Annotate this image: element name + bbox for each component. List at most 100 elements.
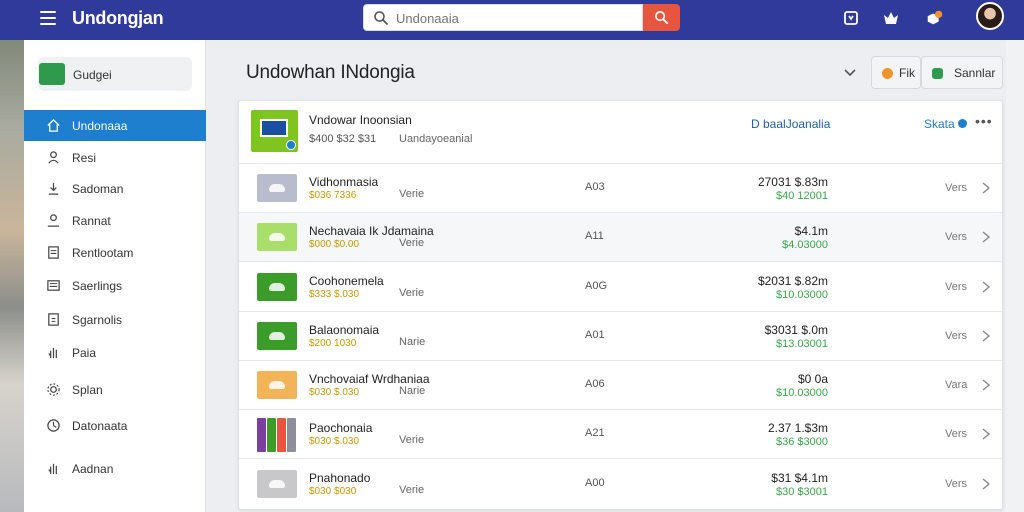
avatar[interactable] xyxy=(976,2,1004,30)
sidebar-item-sgarnolis[interactable]: Sgarnolis xyxy=(24,304,206,335)
sidebar-item-sadoman[interactable]: Sadoman xyxy=(24,173,206,204)
row-name: Vnchovaiaf Wrdhaniaa xyxy=(309,372,430,386)
chevron-right-icon[interactable] xyxy=(981,378,991,392)
row-action[interactable]: Vara xyxy=(945,379,967,391)
row-code: A21 xyxy=(585,427,605,439)
fik-button[interactable]: Fik xyxy=(871,56,921,89)
more-options-icon[interactable]: ••• xyxy=(975,113,993,129)
row-type: Verie xyxy=(399,188,425,200)
sidebar-item-label: Resi xyxy=(72,151,97,165)
row-type: Narie xyxy=(399,385,426,397)
row-type: Verie xyxy=(399,287,425,299)
download-icon xyxy=(48,182,59,195)
bookmark-icon[interactable] xyxy=(841,8,861,28)
row-amount: $4.03000 xyxy=(782,239,828,251)
product-thumbnail xyxy=(251,110,298,152)
background-edge xyxy=(1006,40,1024,512)
sidebar-item-rannat[interactable]: Rannat xyxy=(24,205,206,236)
table-row[interactable]: Coohonemela $333 $.030 Verie A0G $2031 $… xyxy=(239,263,1002,312)
chevron-right-icon[interactable] xyxy=(981,280,991,294)
header-product-name: Vndowar Inoonsian xyxy=(309,113,412,127)
sidebar-item-label: Undonaaa xyxy=(72,119,128,133)
row-action[interactable]: Vers xyxy=(945,330,967,342)
table-row[interactable]: Vnchovaiaf Wrdhaniaa $030 $.030 Narie A0… xyxy=(239,361,1002,410)
sidebar-header-label: Gudgei xyxy=(73,68,112,82)
row-price: $333 $.030 xyxy=(309,289,360,300)
table-row[interactable]: Paochonaia $030 $.030 Verie A21 2.37 1.$… xyxy=(239,410,1002,459)
row-action[interactable]: Vers xyxy=(945,182,967,194)
row-value: $0 0a xyxy=(797,372,828,386)
row-thumbnail xyxy=(257,371,297,399)
search-box[interactable] xyxy=(363,4,643,31)
sidebar-item-saerlings[interactable]: Saerlings xyxy=(24,270,206,301)
home-icon xyxy=(47,118,60,132)
sidebar-item-undonaaa[interactable]: Undonaaa xyxy=(24,110,206,141)
sannlar-button-label: Sannlar xyxy=(954,66,996,80)
sidebar-item-datonaata[interactable]: Datonaata xyxy=(24,410,206,441)
row-action[interactable]: Vers xyxy=(945,428,967,440)
row-action[interactable]: Vers xyxy=(945,281,967,293)
row-thumbnail xyxy=(257,470,297,498)
document-icon xyxy=(48,246,59,259)
sidebar-item-rentlootam[interactable]: Rentlootam xyxy=(24,237,206,268)
row-amount: $10.03000 xyxy=(776,289,828,301)
sidebar-item-label: Paia xyxy=(72,346,97,360)
menu-icon[interactable] xyxy=(40,11,56,25)
card-header: Vndowar Inoonsian $400 $32 $31 Uandayoea… xyxy=(239,101,1002,164)
sidebar-item-label: Rannat xyxy=(72,214,111,228)
sidebar-item-aadnan[interactable]: Aadnan xyxy=(24,453,206,484)
sidebar-item-label: Sadoman xyxy=(72,182,124,196)
chevron-right-icon[interactable] xyxy=(981,477,991,491)
chevron-right-icon[interactable] xyxy=(981,329,991,343)
sidebar-item-splan[interactable]: Splan xyxy=(24,374,206,405)
table-row[interactable]: Vidhonmasia $036 7336 Verie A03 27031 $.… xyxy=(239,164,1002,213)
person-icon xyxy=(48,151,59,164)
header-link[interactable]: D baalJoanalia xyxy=(751,117,830,131)
table-row[interactable]: Pnahonado $030 $030 Verie A00 $31 $4.1m … xyxy=(239,460,1002,509)
sidebar-item-label: Datonaata xyxy=(72,419,128,433)
row-price: $000 $0.00 xyxy=(309,239,360,250)
row-thumbnail xyxy=(257,418,297,452)
search-icon xyxy=(374,11,388,25)
crown-icon[interactable] xyxy=(881,8,901,28)
row-action[interactable]: Vers xyxy=(945,478,967,490)
app-title: Undongjan xyxy=(72,8,164,28)
table-row[interactable]: Nechavaia Ik Jdamaina $000 $0.00 Verie A… xyxy=(239,213,1002,262)
row-type: Narie xyxy=(399,336,426,348)
table-row[interactable]: Balaonomaia $200 1030 Narie A01 $3031 $.… xyxy=(239,312,1002,361)
row-amount: $13.03001 xyxy=(776,338,828,350)
sidebar-item-label: Rentlootam xyxy=(72,246,134,260)
clock-icon xyxy=(47,419,60,432)
row-amount: $30 $3001 xyxy=(776,486,828,498)
file-icon xyxy=(48,313,59,326)
row-name: Pnahonado xyxy=(309,471,371,485)
chevron-right-icon[interactable] xyxy=(981,427,991,441)
header-price: $400 $32 $31 xyxy=(309,133,377,145)
row-thumbnail xyxy=(257,273,297,301)
search-button[interactable] xyxy=(643,4,680,31)
row-code: A00 xyxy=(585,477,605,489)
chevron-right-icon[interactable] xyxy=(981,181,991,195)
search-input[interactable] xyxy=(396,9,636,27)
row-code: A06 xyxy=(585,378,605,390)
fik-icon xyxy=(882,68,893,79)
row-name: Balaonomaia xyxy=(309,323,380,337)
sidebar-item-paia[interactable]: Paia xyxy=(24,337,206,368)
hand-icon xyxy=(48,347,57,359)
row-action[interactable]: Vers xyxy=(945,231,967,243)
sidebar-item-label: Sgarnolis xyxy=(72,313,123,327)
header-subtitle: Uandayoeanial xyxy=(399,133,473,145)
row-price: $036 7336 xyxy=(309,190,357,201)
sannlar-icon xyxy=(932,68,943,79)
background-photo xyxy=(0,0,24,512)
sidebar-item-resi[interactable]: Resi xyxy=(24,142,206,173)
row-amount: $36 $3000 xyxy=(776,436,828,448)
sannlar-button[interactable]: Sannlar xyxy=(921,56,1003,89)
notification-icon[interactable] xyxy=(925,8,945,28)
row-code: A11 xyxy=(585,230,604,242)
chevron-down-icon[interactable] xyxy=(842,64,858,80)
chevron-right-icon[interactable] xyxy=(981,230,991,244)
header-status[interactable]: Skata xyxy=(924,117,955,131)
hand-icon xyxy=(48,463,57,475)
row-price: $200 1030 xyxy=(309,338,357,349)
